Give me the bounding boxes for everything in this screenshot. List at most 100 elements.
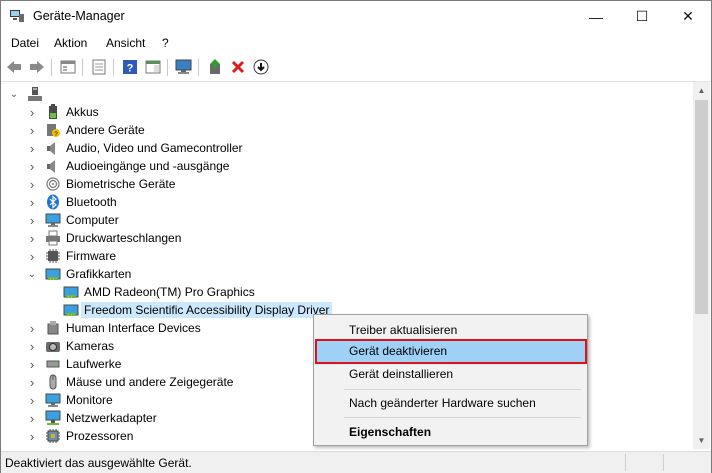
- chevron-right-icon[interactable]: ›: [27, 105, 37, 120]
- menu-divider: [344, 417, 581, 418]
- tree-item-label: Laufwerke: [66, 357, 122, 371]
- help-icon: ?: [123, 60, 137, 75]
- chevron-right-icon[interactable]: ›: [27, 177, 37, 192]
- chevron-right-icon[interactable]: ›: [27, 249, 37, 264]
- minimize-button[interactable]: —: [573, 1, 619, 32]
- tree-category-item[interactable]: › Computer: [1, 211, 693, 229]
- uninstall-x-icon: [231, 60, 245, 74]
- hid-icon: [47, 321, 59, 335]
- tree-root[interactable]: ⌄: [1, 85, 693, 103]
- title-bar[interactable]: Geräte-Manager — ☐ ✕: [1, 1, 711, 32]
- menu-item-scan-hardware[interactable]: Nach geänderter Hardware suchen: [316, 392, 583, 414]
- chevron-right-icon[interactable]: ›: [27, 393, 37, 408]
- network-adapter-icon: [45, 410, 61, 425]
- tree-item-label: Netzwerkadapter: [66, 411, 157, 425]
- menu-item-disable-device[interactable]: Gerät deaktivieren: [315, 339, 587, 364]
- menu-item-label: Gerät deinstallieren: [349, 367, 454, 381]
- tree-item-label: Monitore: [66, 393, 113, 407]
- update-driver-button[interactable]: [206, 58, 224, 76]
- close-button[interactable]: ✕: [665, 1, 711, 32]
- chevron-right-icon[interactable]: ›: [27, 429, 37, 444]
- bluetooth-icon: [47, 194, 59, 210]
- tree-category-item[interactable]: › Audioeingänge und -ausgänge: [1, 157, 693, 175]
- action-pane-icon: [145, 60, 161, 74]
- tree-item-label: Mäuse und andere Zeigegeräte: [66, 375, 234, 389]
- tree-item-label: Prozessoren: [66, 429, 134, 443]
- monitor-icon: [45, 213, 61, 227]
- maximize-button[interactable]: ☐: [619, 1, 665, 32]
- toolbar: ?: [1, 54, 711, 82]
- menu-item-label: Eigenschaften: [349, 425, 432, 439]
- tree-item-label: Kameras: [66, 339, 115, 353]
- minimize-icon: —: [589, 8, 603, 25]
- device-manager-icon: [10, 10, 24, 22]
- menu-ansicht[interactable]: Ansicht: [106, 36, 145, 50]
- window-title: Geräte-Manager: [33, 9, 125, 23]
- menu-item-uninstall-device[interactable]: Gerät deinstallieren: [316, 363, 583, 385]
- chevron-right-icon[interactable]: ›: [27, 411, 37, 426]
- help-button[interactable]: ?: [121, 58, 139, 76]
- tree-category-item[interactable]: › Bluetooth: [1, 193, 693, 211]
- chevron-down-icon[interactable]: ⌄: [9, 88, 19, 100]
- tree-category-item[interactable]: ›? Andere Geräte: [1, 121, 693, 139]
- processor-icon: [46, 429, 60, 443]
- back-button[interactable]: [5, 58, 23, 76]
- tree-category-item[interactable]: › Firmware: [1, 247, 693, 265]
- chevron-right-icon[interactable]: ›: [27, 357, 37, 372]
- chevron-right-icon[interactable]: ›: [27, 195, 37, 210]
- tree-item-label: Computer: [66, 213, 119, 227]
- update-driver-icon: [210, 59, 220, 74]
- menu-item-update-driver[interactable]: Treiber aktualisieren: [316, 319, 583, 341]
- menu-item-properties[interactable]: Eigenschaften: [316, 421, 583, 443]
- maximize-icon: ☐: [635, 8, 649, 24]
- scroll-thumb[interactable]: [695, 100, 708, 314]
- menu-aktion[interactable]: Aktion: [54, 36, 87, 50]
- tree-item-label: Firmware: [66, 249, 116, 263]
- properties-sheet-icon: [60, 60, 76, 74]
- drive-icon: [46, 360, 60, 368]
- vertical-scrollbar[interactable]: ▲ ▼: [693, 82, 710, 449]
- chevron-right-icon[interactable]: ›: [27, 375, 37, 390]
- chevron-right-icon[interactable]: ›: [27, 123, 37, 138]
- forward-button[interactable]: [28, 58, 46, 76]
- view-button[interactable]: [90, 58, 108, 76]
- tree-item-label: Freedom Scientific Accessibility Display…: [81, 302, 333, 318]
- chevron-right-icon[interactable]: ›: [27, 213, 37, 228]
- display-adapter-icon: [45, 268, 61, 280]
- back-arrow-icon: [7, 61, 21, 73]
- chevron-right-icon[interactable]: ›: [27, 141, 37, 156]
- menu-bar: Datei Aktion Ansicht ?: [1, 32, 711, 54]
- tree-device-item[interactable]: AMD Radeon(TM) Pro Graphics: [1, 283, 693, 301]
- tree-category-item[interactable]: › Akkus: [1, 103, 693, 121]
- tree-category-item[interactable]: › Druckwarteschlangen: [1, 229, 693, 247]
- mouse-icon: [49, 374, 57, 390]
- fingerprint-icon: [46, 177, 60, 191]
- menu-help[interactable]: ?: [162, 36, 169, 50]
- tree-item-label: Audioeingänge und -ausgänge: [66, 159, 230, 173]
- chevron-right-icon[interactable]: ›: [27, 339, 37, 354]
- tree-item-label: Audio, Video und Gamecontroller: [66, 141, 243, 155]
- scan-hardware-button[interactable]: [175, 58, 193, 76]
- chevron-right-icon[interactable]: ›: [27, 321, 37, 336]
- svg-text:?: ?: [127, 63, 134, 75]
- printer-icon: [46, 230, 60, 246]
- display-adapter-icon: [63, 304, 79, 316]
- tree-category-item[interactable]: › Audio, Video und Gamecontroller: [1, 139, 693, 157]
- uninstall-button[interactable]: [229, 58, 247, 76]
- tree-category-item[interactable]: › Biometrische Geräte: [1, 175, 693, 193]
- chevron-down-icon[interactable]: ⌄: [27, 268, 37, 280]
- scroll-up-icon[interactable]: ▲: [693, 82, 710, 99]
- properties-button[interactable]: [59, 58, 77, 76]
- chevron-right-icon[interactable]: ›: [27, 231, 37, 246]
- device-manager-window: Geräte-Manager — ☐ ✕ Datei Aktion Ansich…: [0, 0, 712, 473]
- scroll-down-icon[interactable]: ▼: [693, 432, 710, 449]
- download-button[interactable]: [252, 58, 270, 76]
- tree-item-label: Druckwarteschlangen: [66, 231, 182, 245]
- view-list-icon: [92, 59, 106, 75]
- tree-category-item[interactable]: ⌄ Grafikkarten: [1, 265, 693, 283]
- action-pane-button[interactable]: [144, 58, 162, 76]
- menu-datei[interactable]: Datei: [11, 36, 39, 50]
- tree-item-label: AMD Radeon(TM) Pro Graphics: [84, 285, 255, 299]
- unknown-device-icon: ?: [47, 124, 60, 138]
- chevron-right-icon[interactable]: ›: [27, 159, 37, 174]
